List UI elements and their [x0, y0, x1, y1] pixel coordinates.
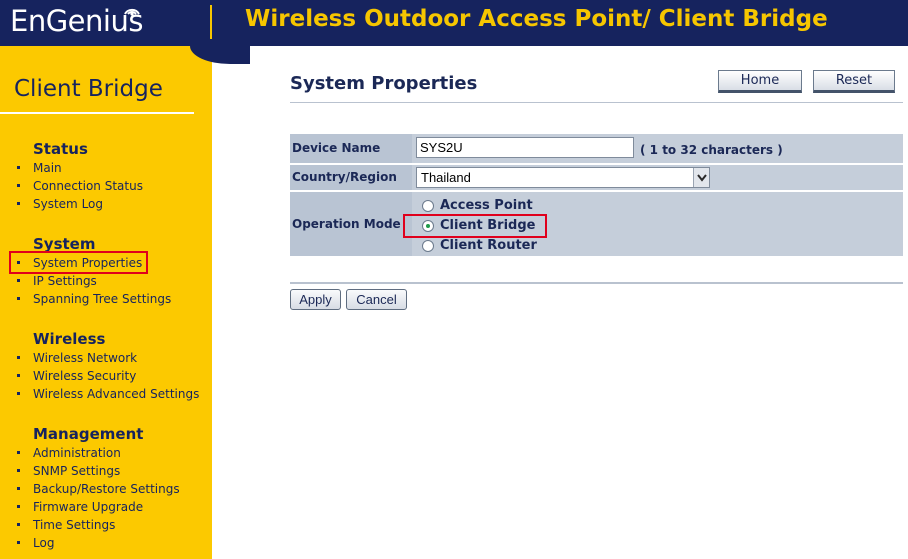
home-button[interactable]: Home [718, 70, 802, 93]
bullet-icon [17, 184, 20, 187]
operation-mode-label: Operation Mode [290, 192, 412, 256]
radio-access-point-label: Access Point [440, 198, 533, 213]
bullet-icon [17, 392, 20, 395]
sidebar-item-backup-restore-settings[interactable]: Backup/Restore Settings [33, 482, 180, 496]
form-bottom-divider [290, 282, 903, 284]
sidebar-title: Client Bridge [14, 76, 163, 102]
page-root: EnGenius Wireless Outdoor Access Point/ … [0, 0, 908, 559]
device-name-input[interactable]: SYS2U [416, 137, 634, 158]
country-select[interactable]: Thailand [416, 167, 710, 188]
apply-button[interactable]: Apply [290, 289, 341, 310]
wifi-wave-icon [124, 8, 140, 16]
sidebar-item-system-log[interactable]: System Log [33, 197, 103, 211]
cancel-button[interactable]: Cancel [346, 289, 407, 310]
sidebar-divider [0, 112, 194, 114]
highlight-system-properties [9, 251, 148, 274]
title-divider [290, 102, 903, 103]
device-name-row: Device Name SYS2U ( 1 to 32 characters ) [290, 134, 903, 163]
bullet-icon [17, 505, 20, 508]
product-title: Wireless Outdoor Access Point/ Client Br… [245, 6, 828, 32]
sidebar-item-connection-status[interactable]: Connection Status [33, 179, 143, 193]
sidebar-item-administration[interactable]: Administration [33, 446, 121, 460]
operation-mode-row: Operation Mode Access Point Client Bridg… [290, 192, 903, 256]
country-select-value: Thailand [421, 170, 471, 185]
sidebar-section-wireless: Wireless [33, 330, 106, 348]
header-bar: EnGenius Wireless Outdoor Access Point/ … [0, 0, 908, 46]
country-row: Country/Region Thailand [290, 165, 903, 190]
bullet-icon [17, 279, 20, 282]
device-name-label: Device Name [290, 134, 412, 163]
sidebar-item-wireless-advanced-settings[interactable]: Wireless Advanced Settings [33, 387, 199, 401]
bullet-icon [17, 297, 20, 300]
bullet-icon [17, 487, 20, 490]
bullet-icon [17, 451, 20, 454]
bullet-icon [17, 166, 20, 169]
reset-button[interactable]: Reset [813, 70, 895, 93]
page-title: System Properties [290, 73, 478, 94]
bullet-icon [17, 469, 20, 472]
sidebar-item-time-settings[interactable]: Time Settings [33, 518, 115, 532]
country-label: Country/Region [290, 165, 412, 190]
country-value-cell: Thailand [414, 165, 903, 190]
bullet-icon [17, 356, 20, 359]
bullet-icon [17, 541, 20, 544]
chevron-down-icon[interactable] [693, 168, 709, 187]
header-divider [210, 5, 212, 39]
bullet-icon [17, 374, 20, 377]
sidebar-item-log[interactable]: Log [33, 536, 54, 550]
sidebar-item-main[interactable]: Main [33, 161, 62, 175]
sidebar-item-snmp-settings[interactable]: SNMP Settings [33, 464, 120, 478]
radio-client-router-label: Client Router [440, 238, 537, 253]
sidebar-item-wireless-network[interactable]: Wireless Network [33, 351, 137, 365]
sidebar-item-wireless-security[interactable]: Wireless Security [33, 369, 136, 383]
sidebar-item-firmware-upgrade[interactable]: Firmware Upgrade [33, 500, 143, 514]
bullet-icon [17, 523, 20, 526]
highlight-client-bridge [403, 214, 547, 238]
radio-unchecked-icon[interactable] [422, 200, 434, 212]
radio-unchecked-icon[interactable] [422, 240, 434, 252]
device-name-value-cell: SYS2U ( 1 to 32 characters ) [414, 134, 903, 163]
sidebar-section-status: Status [33, 140, 88, 158]
sidebar-item-spanning-tree-settings[interactable]: Spanning Tree Settings [33, 292, 171, 306]
sidebar-section-management: Management [33, 425, 144, 443]
device-name-hint: ( 1 to 32 characters ) [640, 143, 783, 157]
sidebar-item-ip-settings[interactable]: IP Settings [33, 274, 97, 288]
bullet-icon [17, 202, 20, 205]
